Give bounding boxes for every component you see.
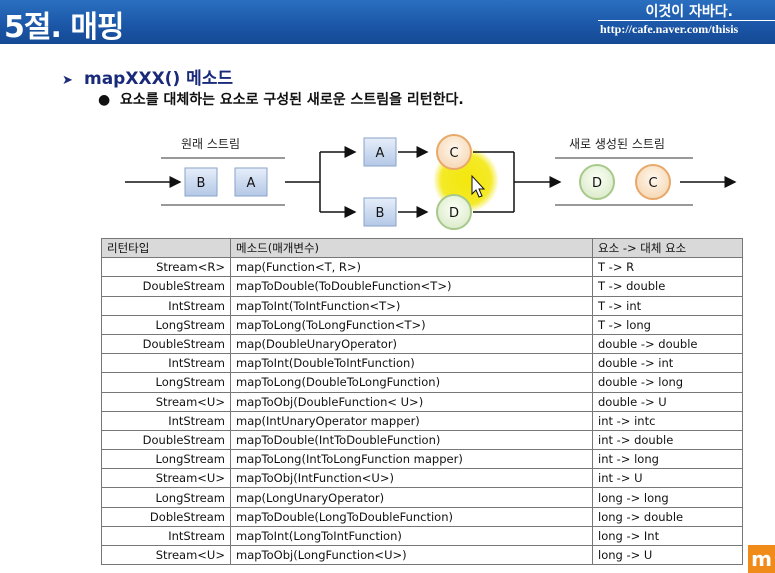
table-row: LongStream mapToLong(ToLongFunction<T>) T … <box>101 314 743 335</box>
header-divider <box>598 20 775 21</box>
cafe-url: http://cafe.naver.com/thisis <box>600 22 739 36</box>
method-cell: map(IntUnaryOperator mapper) <box>230 410 593 431</box>
brand-text: 이것이 자바다. <box>645 4 733 20</box>
column-header-method: 메소드(매개변수) <box>230 237 593 259</box>
mapping-methods-table: 리턴타입 메소드(매개변수) 요소 -> 대체 요소 Stream<R> map(… <box>101 237 743 566</box>
source-stream-label: 원래 스트림 <box>181 137 240 151</box>
table-row: DoubleStream mapToDouble(ToDoubleFunction… <box>101 276 743 297</box>
return-type-cell: Stream<U> <box>101 468 231 489</box>
return-type-cell: LongStream <box>101 314 231 335</box>
method-cell: mapToLong(IntToLongFunction mapper) <box>230 449 593 470</box>
table-row: Stream<U> mapToObj(LongFunction<U>) long -… <box>101 544 743 566</box>
arrow-bullet-icon: ➤ <box>62 73 73 88</box>
table-row: LongStream mapToLong(IntToLongFunction ma… <box>101 449 743 470</box>
return-type-cell: LongStream <box>101 449 231 470</box>
method-cell: mapToDouble(LongToDoubleFunction) <box>230 506 593 527</box>
mapped-circle-d-label: D <box>449 206 459 221</box>
return-type-cell: IntStream <box>101 353 231 374</box>
method-cell: mapToInt(LongToIntFunction) <box>230 525 593 547</box>
return-type-cell: IntStream <box>101 295 231 316</box>
table-row: Stream<U> mapToObj(IntFunction<U>) int -> … <box>101 468 743 489</box>
column-header-return-type: 리턴타입 <box>101 237 231 259</box>
method-cell: mapToObj(IntFunction<U>) <box>230 468 593 489</box>
source-item-label: B <box>197 176 206 191</box>
return-type-cell: Stream<U> <box>101 391 231 412</box>
table-header-row: 리턴타입 메소드(매개변수) 요소 -> 대체 요소 <box>101 237 743 259</box>
method-cell: mapToLong(ToLongFunction<T>) <box>230 314 593 335</box>
return-type-cell: IntStream <box>101 525 231 547</box>
mapping-cell: T -> int <box>592 295 743 316</box>
method-cell: mapToLong(DoubleToLongFunction) <box>230 372 593 393</box>
mapped-circle-c-label: C <box>449 146 458 161</box>
cafe-logo-icon: m <box>748 545 775 573</box>
mapping-cell: int -> U <box>592 468 743 489</box>
mapping-cell: T -> long <box>592 314 743 335</box>
mapping-cell: long -> Int <box>592 525 743 547</box>
method-cell: mapToObj(LongFunction<U>) <box>230 544 593 566</box>
method-cell: mapToObj(DoubleFunction< U>) <box>230 391 593 412</box>
return-type-cell: DoubleStream <box>101 429 231 451</box>
column-header-mapping: 요소 -> 대체 요소 <box>592 237 743 259</box>
return-type-cell: Stream<R> <box>101 257 231 278</box>
mapping-cell: int -> long <box>592 449 743 470</box>
slide-title: 5절. 매핑 <box>4 10 125 45</box>
return-type-cell: DobleStream <box>101 506 231 527</box>
return-type-cell: LongStream <box>101 487 231 508</box>
section-heading: ➤ mapXXX() 메소드 <box>62 64 233 89</box>
mapping-cell: double -> int <box>592 353 743 374</box>
mapping-cell: long -> long <box>592 487 743 508</box>
mapping-diagram: 원래 스트림 B A A B C D 새로 생성된 스트림 D C <box>125 134 737 230</box>
result-circle-c-label: C <box>648 176 657 191</box>
method-cell: map(LongUnaryOperator) <box>230 487 593 508</box>
mapping-cell: double -> double <box>592 333 743 355</box>
method-cell: mapToInt(DoubleToIntFunction) <box>230 353 593 374</box>
table-row: IntStream map(IntUnaryOperator mapper) int… <box>101 410 743 431</box>
method-cell: map(Function<T, R>) <box>230 257 593 278</box>
method-cell: mapToDouble(ToDoubleFunction<T>) <box>230 276 593 297</box>
mapping-cell: long -> U <box>592 544 743 566</box>
slide-header: 5절. 매핑 이것이 자바다. http://cafe.naver.com/th… <box>0 0 775 45</box>
mapping-cell: T -> double <box>592 276 743 297</box>
table-row: DoubleStream mapToDouble(IntToDoubleFunct… <box>101 429 743 451</box>
method-cell: map(DoubleUnaryOperator) <box>230 333 593 355</box>
description-bullet: ● 요소를 대체하는 요소로 구성된 새로운 스트림을 리턴한다. <box>98 89 464 109</box>
table-row: DobleStream mapToDouble(LongToDoubleFunct… <box>101 506 743 527</box>
method-cell: mapToDouble(IntToDoubleFunction) <box>230 429 593 451</box>
mapping-cell: int -> double <box>592 429 743 451</box>
table-row: Stream<R> map(Function<T, R>) T -> R <box>101 257 743 278</box>
source-item-label: A <box>247 176 256 191</box>
mapping-cell: int -> intc <box>592 410 743 431</box>
table-row: IntStream mapToInt(DoubleToIntFunction) do… <box>101 353 743 374</box>
mapping-cell: long -> double <box>592 506 743 527</box>
table-row: LongStream map(LongUnaryOperator) long -> … <box>101 487 743 508</box>
method-cell: mapToInt(ToIntFunction<T>) <box>230 295 593 316</box>
table-row: DoubleStream map(DoubleUnaryOperator) doub… <box>101 333 743 355</box>
branch-bottom-input-label: B <box>376 206 385 221</box>
table-row: Stream<U> mapToObj(DoubleFunction< U>) dou… <box>101 391 743 412</box>
table-row: IntStream mapToInt(ToIntFunction<T>) T -> … <box>101 295 743 316</box>
table-row: LongStream mapToLong(DoubleToLongFunction… <box>101 372 743 393</box>
table-row: IntStream mapToInt(LongToIntFunction) long… <box>101 525 743 547</box>
return-type-cell: DoubleStream <box>101 333 231 355</box>
branch-top-input-label: A <box>376 146 385 161</box>
result-stream-label: 새로 생성된 스트림 <box>569 137 665 151</box>
return-type-cell: DoubleStream <box>101 276 231 297</box>
mapping-cell: double -> U <box>592 391 743 412</box>
return-type-cell: IntStream <box>101 410 231 431</box>
bullet-dot-icon: ● <box>98 92 111 108</box>
section-heading-text: mapXXX() 메소드 <box>84 69 234 89</box>
return-type-cell: LongStream <box>101 372 231 393</box>
result-circle-d-label: D <box>592 176 602 191</box>
return-type-cell: Stream<U> <box>101 544 231 566</box>
mapping-cell: T -> R <box>592 257 743 278</box>
description-text: 요소를 대체하는 요소로 구성된 새로운 스트림을 리턴한다. <box>120 92 464 108</box>
mapping-cell: double -> long <box>592 372 743 393</box>
